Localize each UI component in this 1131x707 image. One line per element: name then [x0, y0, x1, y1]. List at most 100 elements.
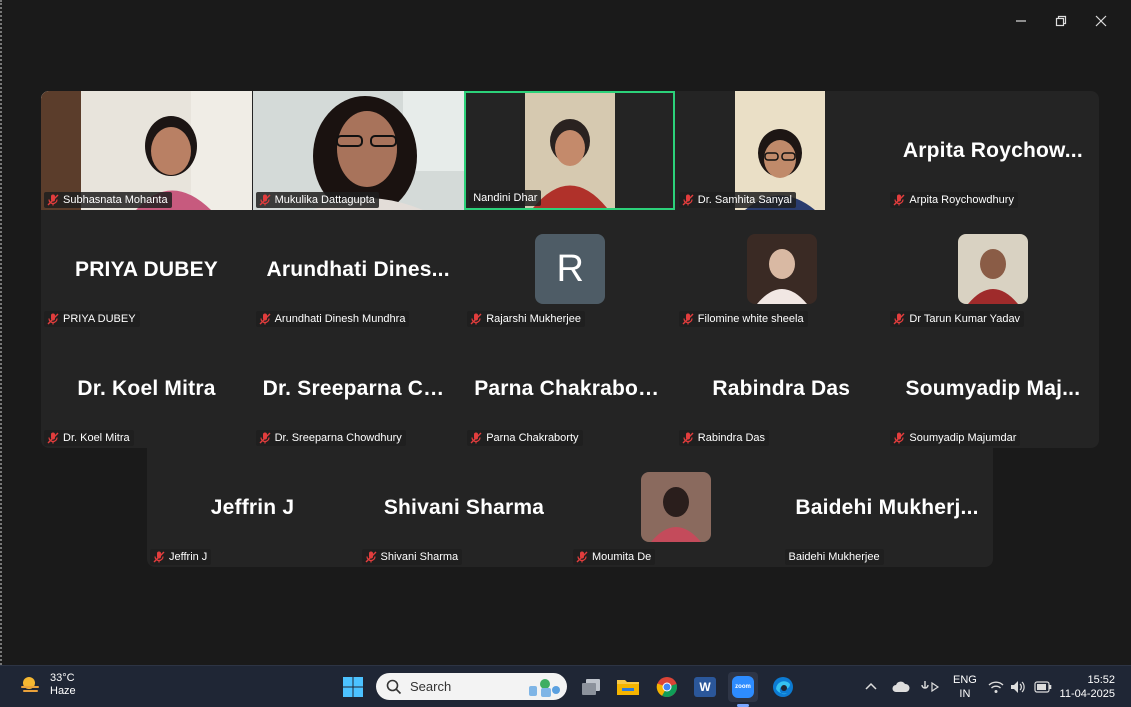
- search-highlight-icon: [529, 678, 560, 697]
- restore-button[interactable]: [1041, 8, 1081, 34]
- volume-icon: [1011, 680, 1025, 693]
- participant-tile[interactable]: R Rajarshi Mukherjee: [464, 210, 675, 329]
- mic-muted-icon: [576, 551, 588, 563]
- restore-icon: [1055, 15, 1067, 27]
- language-indicator[interactable]: ENG IN: [953, 673, 977, 701]
- mic-muted-icon: [682, 194, 694, 206]
- participant-avatar: [958, 234, 1029, 304]
- participant-tile[interactable]: Subhasnata Mohanta: [41, 91, 252, 210]
- wifi-icon: [988, 680, 1004, 693]
- mic-muted-icon: [47, 432, 59, 444]
- windows-logo-icon: [343, 677, 363, 697]
- participant-tile[interactable]: Filomine white sheela: [676, 210, 887, 329]
- participant-tile[interactable]: Jeffrin J Jeffrin J: [147, 448, 358, 567]
- lang-top: ENG: [953, 674, 977, 686]
- participant-name: Dr. Sreeparna Chowdhury: [274, 432, 402, 444]
- zoom-icon-label: zoom: [735, 684, 751, 690]
- taskbar-clock[interactable]: 15:52 11-04-2025: [1060, 673, 1115, 701]
- window-controls: [1001, 8, 1121, 34]
- participant-name-label: Arundhati Dinesh Mundhra: [255, 311, 410, 327]
- participant-name: Subhasnata Mohanta: [63, 194, 168, 206]
- avatar-image: [958, 234, 1029, 304]
- search-placeholder: Search: [410, 679, 452, 694]
- participant-tile[interactable]: Arpita Roychow... Arpita Roychowdhury: [887, 91, 1098, 210]
- zoom-icon: zoom: [732, 676, 754, 698]
- participant-name-label: Filomine white sheela: [678, 311, 808, 327]
- participant-tile[interactable]: Rabindra Das Rabindra Das: [676, 329, 887, 448]
- participant-tile[interactable]: Nandini Dhar: [464, 91, 676, 210]
- participant-name: Dr. Koel Mitra: [63, 432, 130, 444]
- file-explorer-button[interactable]: [613, 672, 643, 702]
- participant-tile[interactable]: Baidehi Mukherj... Baidehi Mukherjee: [782, 448, 993, 567]
- participant-name: Rajarshi Mukherjee: [486, 313, 581, 325]
- taskbar-search[interactable]: Search: [376, 673, 567, 700]
- quick-settings[interactable]: [988, 666, 1052, 707]
- participant-tile[interactable]: Dr. Sreeparna Ch... Dr. Sreeparna Chowdhu…: [253, 329, 464, 448]
- chevron-up-icon[interactable]: [864, 680, 878, 694]
- participant-name: Dr Tarun Kumar Yadav: [909, 313, 1021, 325]
- participant-name-label: Rajarshi Mukherjee: [467, 311, 585, 327]
- participant-name: Nandini Dhar: [473, 192, 538, 204]
- edge-button[interactable]: [768, 672, 798, 702]
- participant-name-label: Dr Tarun Kumar Yadav: [890, 311, 1025, 327]
- participant-name-label: Baidehi Mukherjee: [784, 549, 884, 565]
- participant-name-label: Jeffrin J: [150, 549, 212, 565]
- chrome-button[interactable]: [652, 672, 682, 702]
- mic-muted-icon: [893, 194, 905, 206]
- task-view-icon: [582, 679, 600, 695]
- mic-muted-icon: [470, 432, 482, 444]
- participant-tile[interactable]: Moumita De: [570, 448, 781, 567]
- participant-tile[interactable]: Soumyadip Maj... Soumyadip Majumdar: [887, 329, 1098, 448]
- mic-muted-icon: [259, 194, 271, 206]
- minimize-button[interactable]: [1001, 8, 1041, 34]
- participant-name: Rabindra Das: [697, 432, 766, 444]
- participant-tile[interactable]: Dr. Koel Mitra Dr. Koel Mitra: [41, 329, 252, 448]
- zoom-button[interactable]: zoom: [728, 672, 758, 702]
- participant-name: Jeffrin J: [169, 551, 208, 563]
- participant-tile[interactable]: Dr. Samhita Sanyal: [676, 91, 887, 210]
- participant-name-label: PRIYA DUBEY: [44, 311, 140, 327]
- avatar-image: [641, 472, 711, 542]
- windows-taskbar: 33°C Haze Search W zoom ENG IN 15:52 11-…: [0, 665, 1131, 707]
- system-tray: [864, 666, 940, 707]
- participant-name-label: Dr. Samhita Sanyal: [678, 192, 796, 208]
- word-button[interactable]: W: [690, 672, 720, 702]
- participant-avatar-letter: R: [535, 234, 606, 304]
- weather-widget[interactable]: 33°C Haze: [18, 672, 76, 698]
- mic-muted-icon: [259, 432, 271, 444]
- clock-date: 11-04-2025: [1059, 688, 1115, 700]
- weather-temp: 33°C: [50, 672, 75, 684]
- participant-name-label: Moumita De: [573, 549, 656, 565]
- participant-name: Shivani Sharma: [380, 551, 459, 563]
- participant-tile[interactable]: Shivani Sharma Shivani Sharma: [359, 448, 570, 567]
- start-button[interactable]: [338, 672, 368, 702]
- mic-muted-icon: [47, 194, 59, 206]
- close-button[interactable]: [1081, 8, 1121, 34]
- word-icon-letter: W: [699, 680, 711, 694]
- participant-avatar: [641, 472, 711, 542]
- participant-name: Filomine white sheela: [697, 313, 804, 325]
- onedrive-cloud-icon[interactable]: [892, 680, 910, 694]
- mic-muted-icon: [153, 551, 165, 563]
- battery-icon: [1034, 680, 1052, 693]
- participant-name-label: Arpita Roychowdhury: [890, 192, 1018, 208]
- zoom-meeting-window: Subhasnata Mohanta Mukulika Dattagupta Nan…: [0, 0, 1131, 665]
- lang-bottom: IN: [959, 688, 971, 700]
- participant-tile[interactable]: Mukulika Dattagupta: [252, 91, 464, 210]
- participant-tile[interactable]: PRIYA DUBEY PRIYA DUBEY: [41, 210, 252, 329]
- participant-tile[interactable]: Arundhati Dines... Arundhati Dinesh Mundh…: [253, 210, 464, 329]
- word-icon: W: [694, 677, 716, 697]
- location-mic-icon[interactable]: [920, 679, 940, 695]
- participant-name-label: Soumyadip Majumdar: [890, 430, 1021, 446]
- participant-tile[interactable]: Parna Chakraborty Parna Chakraborty: [464, 329, 675, 448]
- participant-tile[interactable]: Dr Tarun Kumar Yadav: [887, 210, 1098, 329]
- task-view-button[interactable]: [576, 672, 606, 702]
- haze-sun-icon: [21, 677, 39, 692]
- weather-desc: Haze: [50, 685, 76, 697]
- participant-name: Arpita Roychowdhury: [909, 194, 1014, 206]
- folder-icon: [617, 680, 639, 695]
- mic-muted-icon: [682, 432, 694, 444]
- search-icon: [386, 679, 402, 694]
- edge-icon: [773, 677, 793, 697]
- participant-avatar: [746, 234, 817, 304]
